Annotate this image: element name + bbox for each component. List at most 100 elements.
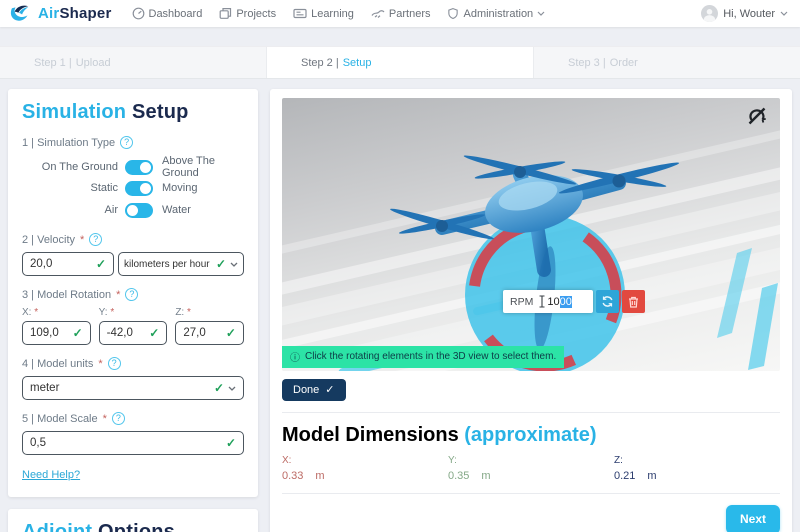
main-nav: Dashboard Projects Learning Partners Adm… (132, 7, 546, 20)
motion-toggle-row: Static Moving (22, 177, 244, 199)
learning-icon (293, 8, 307, 19)
toggle-left-label: On The Ground (41, 161, 118, 173)
toggle-left-label: Static (90, 182, 118, 194)
step-prefix: Step 3 | (568, 56, 606, 69)
model-scale-label: 5 | Model Scale * ? (22, 412, 244, 425)
nav-label: Dashboard (148, 7, 203, 20)
top-navigation-bar: AirShaper Dashboard Projects Learning Pa… (0, 0, 800, 27)
viewport-hint-banner: ⓘ Click the rotating elements in the 3D … (282, 346, 565, 368)
valid-check-icon: ✓ (213, 381, 224, 395)
dimension-y-value: 0.35 (448, 470, 470, 482)
user-menu[interactable]: Hi, Wouter (701, 5, 788, 22)
setup-main-panel: RPM 10 00 ⓘ Click the rotating elements … (270, 89, 792, 532)
velocity-input[interactable]: 20,0 ✓ (22, 252, 114, 276)
info-icon: ⓘ (290, 353, 300, 364)
nav-item-dashboard[interactable]: Dashboard (132, 7, 203, 20)
model-dimensions-values: X: 0.33 m Y: 0.35 m Z: 0.21 m (282, 455, 780, 482)
dimension-y: Y: 0.35 m (448, 455, 614, 482)
chevron-down-icon (780, 11, 788, 16)
rpm-apply-button[interactable] (596, 290, 620, 313)
valid-check-icon: ✓ (225, 436, 236, 450)
help-icon[interactable]: ? (120, 136, 134, 149)
dimension-x-unit: m (315, 470, 325, 482)
simulation-type-label: 1 | Simulation Type ? (22, 136, 244, 149)
valid-check-icon: ✓ (225, 326, 236, 340)
airshaper-swoosh-icon (10, 5, 29, 21)
help-icon[interactable]: ? (89, 233, 103, 246)
help-icon[interactable]: ? (107, 357, 121, 370)
valid-check-icon: ✓ (215, 257, 226, 271)
dimension-z-label: Z: (614, 455, 623, 466)
rotation-z: Z: * 27,0 ✓ (175, 307, 244, 345)
model-units-select[interactable]: meter ✓ (22, 376, 244, 400)
step-1-upload-tab[interactable]: Step 1 | Upload (0, 47, 267, 78)
chevron-down-icon (537, 11, 545, 16)
help-icon[interactable]: ? (111, 412, 125, 425)
rpm-input-box: RPM 10 00 (503, 290, 594, 313)
divider (282, 493, 780, 494)
nav-item-administration[interactable]: Administration (447, 7, 545, 20)
rpm-value-input[interactable]: 10 00 (547, 295, 587, 308)
dashboard-icon (132, 7, 144, 20)
nav-item-partners[interactable]: Partners (371, 7, 431, 20)
rotation-y-input[interactable]: -42,0 ✓ (98, 321, 168, 345)
divider (282, 412, 780, 413)
step-3-order-tab[interactable]: Step 3 | Order (534, 47, 800, 78)
done-button[interactable]: Done ✓ (282, 379, 346, 401)
help-icon[interactable]: ? (125, 288, 139, 301)
nav-label: Administration (463, 7, 534, 20)
administration-shield-icon (448, 8, 459, 20)
partners-icon (371, 10, 385, 18)
step-2-setup-tab[interactable]: Step 2 | Setup (267, 47, 534, 78)
valid-check-icon: ✓ (72, 326, 83, 340)
step-prefix: Step 1 | (34, 56, 72, 69)
banner-text: Click the rotating elements in the 3D vi… (305, 351, 557, 362)
avatar (701, 5, 719, 22)
rotation-x: X: * 109,0 ✓ (22, 307, 91, 345)
ground-toggle[interactable] (125, 159, 153, 175)
dimension-x-label: X: (282, 455, 292, 466)
dimension-y-unit: m (481, 470, 491, 482)
chevron-down-icon (230, 262, 238, 267)
dimension-x: X: 0.33 m (282, 455, 448, 482)
nav-item-projects[interactable]: Projects (219, 7, 276, 20)
rpm-control: RPM 10 00 (503, 290, 646, 313)
dimension-x-value: 0.33 (282, 470, 304, 482)
rpm-delete-button[interactable] (622, 290, 646, 313)
nav-label: Learning (311, 7, 354, 20)
model-scale-input[interactable]: 0,5 ✓ (22, 431, 244, 455)
orbit-rotate-icon[interactable] (746, 105, 768, 132)
rotation-x-input[interactable]: 109,0 ✓ (22, 321, 91, 345)
sync-icon (602, 296, 613, 307)
velocity-unit-select[interactable]: kilometers per hour ✓ (118, 252, 244, 276)
model-dimensions-title: Model Dimensions (approximate) (282, 424, 597, 446)
check-icon: ✓ (325, 384, 335, 396)
text-cursor-icon (538, 295, 546, 308)
toggle-knob (140, 161, 151, 173)
step-label: Order (609, 56, 638, 69)
velocity-row: 20,0 ✓ kilometers per hour ✓ (22, 252, 244, 276)
next-button[interactable]: Next (725, 505, 780, 532)
dimension-y-label: Y: (448, 455, 457, 466)
medium-toggle[interactable] (125, 202, 153, 218)
toggle-right-label: Above The Ground (162, 155, 216, 179)
rotation-z-input[interactable]: 27,0 ✓ (175, 321, 244, 345)
ground-toggle-row: On The Ground Above The Ground (22, 155, 244, 179)
motion-toggle[interactable] (125, 180, 153, 196)
step-label: Setup (342, 56, 372, 69)
toggle-right-label: Moving (162, 182, 198, 194)
dimension-z-value: 0.21 (614, 470, 636, 482)
nav-label: Partners (388, 7, 431, 20)
need-help-link[interactable]: Need Help? (22, 469, 80, 481)
dimension-z-unit: m (647, 470, 657, 482)
user-greeting: Hi, Wouter (723, 7, 775, 20)
velocity-label: 2 | Velocity * ? (22, 233, 244, 246)
trash-icon (629, 296, 639, 308)
page-content: Simulation Setup 1 | Simulation Type ? O… (0, 79, 800, 532)
airshaper-logo[interactable]: AirShaper (8, 4, 112, 23)
valid-check-icon: ✓ (95, 257, 106, 271)
simulation-setup-card: Simulation Setup 1 | Simulation Type ? O… (8, 89, 258, 497)
chevron-down-icon (228, 386, 236, 391)
3d-viewport[interactable]: RPM 10 00 ⓘ Click the rotating elements … (282, 98, 780, 371)
nav-item-learning[interactable]: Learning (293, 7, 354, 20)
